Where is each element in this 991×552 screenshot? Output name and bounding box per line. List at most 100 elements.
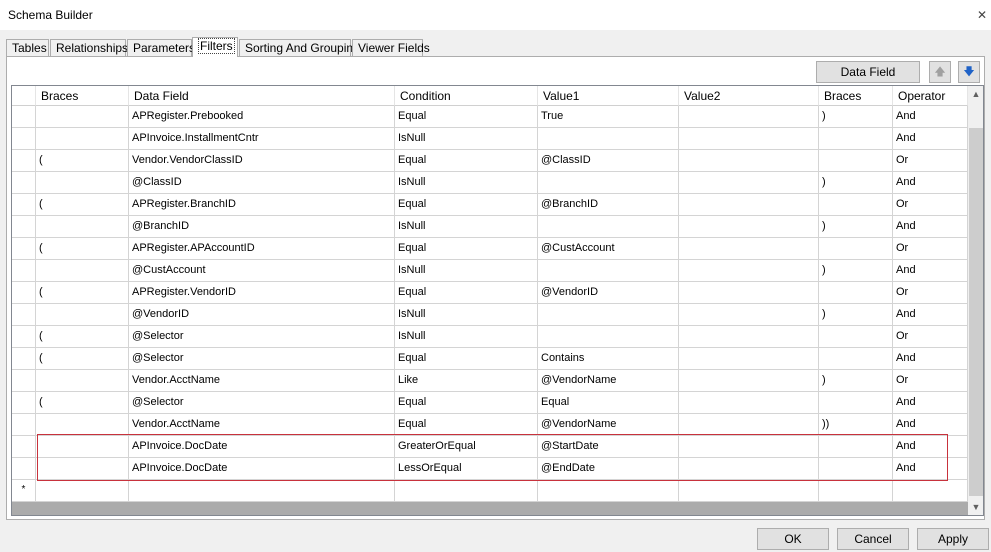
cell-data-field[interactable]: @BranchID <box>129 216 395 238</box>
cell-data-field[interactable]: APInvoice.DocDate <box>129 436 395 458</box>
cell-braces-open[interactable]: ( <box>36 392 129 414</box>
cell-value1[interactable]: @VendorName <box>538 370 679 392</box>
cell-braces-open[interactable] <box>36 172 129 194</box>
cell-value2[interactable] <box>679 370 819 392</box>
cell-value1[interactable]: True <box>538 106 679 128</box>
cell-braces-close[interactable]: ) <box>819 172 893 194</box>
cell-braces-close[interactable] <box>819 326 893 348</box>
cell-braces-close[interactable]: ) <box>819 106 893 128</box>
cell-value1[interactable]: @VendorName <box>538 414 679 436</box>
tab-viewer-fields[interactable]: Viewer Fields <box>352 39 430 56</box>
cell-value2[interactable] <box>679 106 819 128</box>
new-row-cell[interactable] <box>679 480 819 502</box>
cell-value1[interactable]: @StartDate <box>538 436 679 458</box>
cell-braces-close[interactable]: ) <box>819 216 893 238</box>
table-row[interactable]: (@Selector Equal Contains And <box>12 348 968 370</box>
cell-braces-close[interactable] <box>819 392 893 414</box>
data-field-formula-button[interactable]: Data Field Formula <box>816 61 920 99</box>
table-row[interactable]: (APRegister.VendorID Equal @VendorID Or <box>12 282 968 304</box>
cell-condition[interactable]: Equal <box>395 348 538 370</box>
table-row[interactable]: @VendorID IsNull) And <box>12 304 968 326</box>
tab-parameters[interactable]: Parameters <box>127 39 195 56</box>
cell-braces-close[interactable] <box>819 458 893 480</box>
cell-data-field[interactable]: APInvoice.InstallmentCntr <box>129 128 395 150</box>
table-row[interactable]: Vendor.AcctName Equal @VendorName)) And <box>12 414 968 436</box>
cell-condition[interactable]: Equal <box>395 282 538 304</box>
table-row[interactable]: APInvoice.InstallmentCntr IsNull And <box>12 128 968 150</box>
cell-condition[interactable]: Equal <box>395 392 538 414</box>
table-row[interactable]: (@Selector IsNull Or <box>12 326 968 348</box>
cell-operator[interactable]: And <box>893 348 968 370</box>
row-header[interactable] <box>12 458 36 480</box>
tab-relationships[interactable]: Relationships <box>50 39 128 56</box>
cell-braces-open[interactable]: ( <box>36 238 129 260</box>
table-row[interactable]: @BranchID IsNull) And <box>12 216 968 238</box>
new-row-cell[interactable] <box>538 480 679 502</box>
table-row[interactable]: APInvoice.DocDate LessOrEqual @EndDate And <box>12 458 968 480</box>
new-row-cell[interactable] <box>819 480 893 502</box>
cell-value2[interactable] <box>679 282 819 304</box>
cell-braces-close[interactable] <box>819 150 893 172</box>
cell-value2[interactable] <box>679 326 819 348</box>
cell-data-field[interactable]: @VendorID <box>129 304 395 326</box>
cell-value2[interactable] <box>679 216 819 238</box>
cell-value2[interactable] <box>679 458 819 480</box>
cell-condition[interactable]: GreaterOrEqual <box>395 436 538 458</box>
cell-condition[interactable]: IsNull <box>395 172 538 194</box>
new-row[interactable]: * <box>12 480 968 502</box>
row-header[interactable] <box>12 392 36 414</box>
cell-value1[interactable]: @BranchID <box>538 194 679 216</box>
col-header-braces-close[interactable]: Braces <box>819 86 893 106</box>
filters-grid[interactable]: Braces Data Field Condition Value1 Value… <box>11 85 984 516</box>
cell-data-field[interactable]: APRegister.APAccountID <box>129 238 395 260</box>
arrow-up-icon[interactable]: 🡅 <box>929 61 951 83</box>
cell-operator[interactable]: And <box>893 458 968 480</box>
cell-braces-close[interactable] <box>819 348 893 370</box>
cell-data-field[interactable]: APRegister.Prebooked <box>129 106 395 128</box>
row-header[interactable] <box>12 194 36 216</box>
cell-value2[interactable] <box>679 392 819 414</box>
cell-braces-open[interactable] <box>36 370 129 392</box>
row-header[interactable] <box>12 436 36 458</box>
cell-data-field[interactable]: Vendor.AcctName <box>129 414 395 436</box>
table-row[interactable]: (APRegister.APAccountID Equal @CustAccount… <box>12 238 968 260</box>
cell-braces-open[interactable] <box>36 458 129 480</box>
cancel-button[interactable]: Cancel <box>837 528 909 550</box>
table-row[interactable]: (APRegister.BranchID Equal @BranchID Or <box>12 194 968 216</box>
cell-value1[interactable]: @ClassID <box>538 150 679 172</box>
cell-braces-close[interactable] <box>819 436 893 458</box>
col-header-operator[interactable]: Operator <box>893 86 968 106</box>
row-header[interactable] <box>12 128 36 150</box>
cell-operator[interactable]: And <box>893 304 968 326</box>
cell-operator[interactable]: And <box>893 436 968 458</box>
cell-data-field[interactable]: APRegister.VendorID <box>129 282 395 304</box>
cell-braces-open[interactable] <box>36 414 129 436</box>
cell-value2[interactable] <box>679 238 819 260</box>
cell-braces-open[interactable] <box>36 216 129 238</box>
col-header-condition[interactable]: Condition <box>395 86 538 106</box>
cell-condition[interactable]: Like <box>395 370 538 392</box>
cell-braces-open[interactable]: ( <box>36 150 129 172</box>
cell-value2[interactable] <box>679 128 819 150</box>
cell-condition[interactable]: IsNull <box>395 304 538 326</box>
cell-condition[interactable]: Equal <box>395 150 538 172</box>
table-row[interactable]: APInvoice.DocDate GreaterOrEqual @StartDat… <box>12 436 968 458</box>
cell-value2[interactable] <box>679 414 819 436</box>
col-header-data-field[interactable]: Data Field <box>129 86 395 106</box>
cell-operator[interactable]: Or <box>893 282 968 304</box>
col-header-value1[interactable]: Value1 <box>538 86 679 106</box>
row-header[interactable] <box>12 326 36 348</box>
cell-braces-close[interactable]: ) <box>819 370 893 392</box>
cell-value2[interactable] <box>679 194 819 216</box>
cell-value2[interactable] <box>679 172 819 194</box>
cell-operator[interactable]: And <box>893 392 968 414</box>
row-header[interactable] <box>12 348 36 370</box>
cell-value1[interactable]: @EndDate <box>538 458 679 480</box>
cell-braces-open[interactable] <box>36 260 129 282</box>
table-row[interactable]: Vendor.AcctName Like @VendorName) Or <box>12 370 968 392</box>
cell-value1[interactable] <box>538 216 679 238</box>
cell-value1[interactable] <box>538 326 679 348</box>
cell-value1[interactable]: Contains <box>538 348 679 370</box>
cell-condition[interactable]: Equal <box>395 414 538 436</box>
row-header[interactable] <box>12 216 36 238</box>
